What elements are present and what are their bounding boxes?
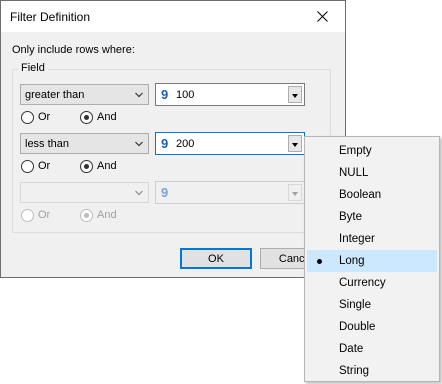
numeric-type-icon: 9 [161,185,169,200]
filter-definition-dialog: Filter Definition Only include rows wher… [0,0,346,278]
menu-item-date[interactable]: Date [307,338,437,360]
and-radio-1[interactable]: And [80,110,117,124]
menu-item-label: NULL [339,167,369,179]
triangle-down-icon [292,143,298,147]
value-text-2: 200 [176,138,195,150]
radio-circle-checked [80,208,93,222]
menu-item-label: Single [339,299,371,311]
or-label-3: Or [38,209,51,221]
selected-bullet-icon [317,259,322,264]
type-dropdown-button-3 [288,184,302,201]
operator-select-3 [20,182,149,203]
type-dropdown-button-2[interactable] [288,135,302,152]
numeric-type-icon: 9 [161,136,169,151]
close-icon [316,11,328,22]
menu-item-currency[interactable]: Currency [307,272,437,294]
operator-select-2[interactable]: less than [20,133,149,154]
and-label-1: And [97,111,117,123]
menu-item-label: Boolean [339,189,382,201]
instruction-text: Only include rows where: [12,44,135,56]
radio-circle-checked [80,159,93,173]
close-button[interactable] [299,1,345,32]
menu-item-integer[interactable]: Integer [307,228,437,250]
radio-circle [21,110,34,124]
menu-item-label: Empty [339,145,372,157]
value-input-2[interactable]: 9 200 [155,132,305,155]
type-dropdown-button-1[interactable] [288,86,302,103]
type-dropdown-menu: Empty NULL Boolean Byte Integer Long Cur… [304,136,440,382]
menu-item-label: Long [339,255,365,267]
menu-item-label: Double [339,321,376,333]
menu-item-single[interactable]: Single [307,294,437,316]
value-input-1[interactable]: 9 100 [155,83,305,106]
menu-item-label: Date [339,343,364,355]
menu-item-label: Byte [339,211,363,223]
radio-circle [21,159,34,173]
title-bar: Filter Definition [1,1,345,32]
or-label-2: Or [38,160,51,172]
field-group-label: Field [18,62,48,74]
menu-item-null[interactable]: NULL [307,162,437,184]
triangle-down-icon [292,192,298,196]
value-text-1: 100 [176,89,195,101]
or-radio-2[interactable]: Or [21,159,50,173]
triangle-down-icon [292,94,298,98]
and-radio-2[interactable]: And [80,159,117,173]
operator-value-1: greater than [25,89,85,101]
menu-item-byte[interactable]: Byte [307,206,437,228]
menu-item-label: Currency [339,277,386,289]
and-label-3: And [97,209,117,221]
chevron-down-icon [135,190,143,196]
operator-value-2: less than [25,138,70,150]
menu-item-label: Integer [339,233,375,245]
menu-item-label: String [339,365,370,377]
menu-item-string[interactable]: String [307,360,437,382]
numeric-type-icon: 9 [161,87,169,102]
operator-select-1[interactable]: greater than [20,84,149,105]
menu-item-boolean[interactable]: Boolean [307,184,437,206]
and-radio-3: And [80,208,117,222]
ok-label: OK [208,252,224,265]
ok-button[interactable]: OK [180,248,252,269]
menu-item-long[interactable]: Long [307,250,437,272]
or-label-1: Or [38,111,51,123]
or-radio-1[interactable]: Or [21,110,50,124]
value-input-3: 9 [155,181,305,204]
chevron-down-icon [135,92,143,98]
or-radio-3: Or [21,208,50,222]
radio-circle-checked [80,110,93,124]
radio-circle [21,208,34,222]
chevron-down-icon [135,141,143,147]
menu-item-empty[interactable]: Empty [307,140,437,162]
dialog-title: Filter Definition [10,10,91,24]
menu-item-double[interactable]: Double [307,316,437,338]
and-label-2: And [97,160,117,172]
